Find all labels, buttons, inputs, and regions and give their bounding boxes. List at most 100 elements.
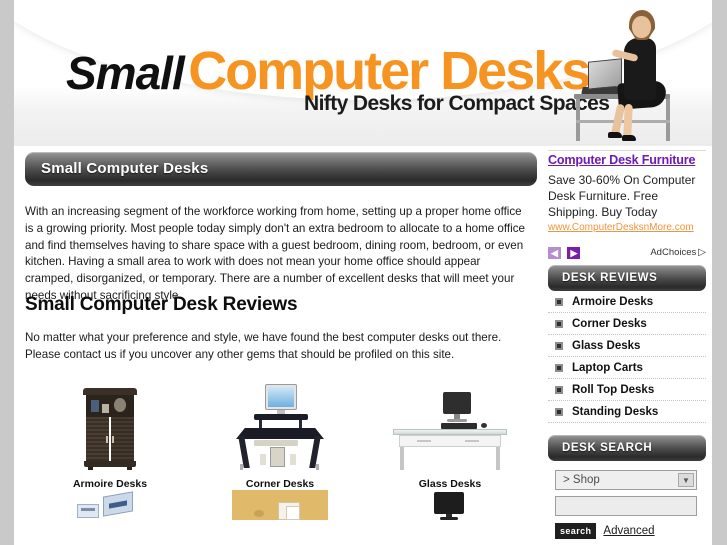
hero-torso [624,38,656,100]
corner-desk-icon [232,384,328,470]
armoire-shelf-item-1 [91,400,99,412]
sidebar-item-roll-top-desks[interactable]: Roll Top Desks [548,379,706,401]
standing-desk-thumbnail[interactable] [365,490,535,520]
square-bullet-icon [555,341,563,350]
search-scope-select[interactable]: > Shop ▼ [555,470,697,490]
product-cell-glass[interactable]: Glass Desks [365,380,535,490]
product-label-armoire[interactable]: Armoire Desks [25,478,195,490]
glass-monitor-base [447,419,467,422]
woman-on-desk-illustration [562,8,692,141]
sidebar-label-roll-top-desks: Roll Top Desks [572,383,655,396]
page-root: Small Computer Desks Nifty Desks for Com… [0,0,727,545]
corner-hutch-leg-left [259,420,262,428]
product-label-corner[interactable]: Corner Desks [195,478,365,490]
laptop-cart-icon [75,490,145,520]
corner-pc-tower [270,447,285,467]
ad-prev-arrow-icon[interactable]: ◀ [548,247,561,259]
sidebar-item-corner-desks[interactable]: Corner Desks [548,313,706,335]
glass-leg-right [496,447,500,470]
roll-top-paper-front [286,506,300,520]
sidebar-item-standing-desks[interactable]: Standing Desks [548,401,706,423]
roll-top-detail [254,510,264,517]
glass-mouse [481,423,487,428]
armoire-foot-left [88,467,93,470]
hero-shoe-back [622,135,636,141]
ad-url-link[interactable]: www.ComputerDesksnMore.com [548,222,712,233]
hero-leg-back [623,103,633,139]
roll-top-desk-thumbnail[interactable] [195,490,365,520]
advertisement-block: Computer Desk Furniture Save 30-60% On C… [548,152,712,259]
sidebar: Computer Desk Furniture Save 30-60% On C… [548,152,712,539]
product-grid: Armoire Desks Corner Desks Glass Desks [25,380,537,520]
sidebar-label-standing-desks: Standing Desks [572,405,659,418]
standing-desk-icon [432,490,468,520]
glass-drawer-pull-right [465,440,479,442]
product-label-glass[interactable]: Glass Desks [365,478,535,490]
logo-word-small: Small [66,47,185,99]
hero-shoe-front [608,132,622,138]
search-button[interactable]: search [555,523,597,539]
chevron-down-icon[interactable]: ▼ [678,473,694,487]
page-title-bar: Small Computer Desks [25,152,537,186]
corner-monitor-screen [268,387,294,407]
adchoices-link[interactable]: AdChoices ▷ [650,247,706,259]
desk-search-form: > Shop ▼ search Advanced [548,470,706,539]
adchoices-triangle-icon: ▷ [698,247,706,258]
square-bullet-icon [555,385,563,394]
sidebar-item-laptop-carts[interactable]: Laptop Carts [548,357,706,379]
armoire-knob-right [112,436,114,443]
laptop-cart-shelf [77,504,99,518]
site-logo[interactable]: Small Computer Desks [66,44,591,99]
ad-title-link[interactable]: Computer Desk Furniture [548,152,712,168]
glass-monitor [443,392,471,414]
intro-paragraph: With an increasing segment of the workfo… [25,205,525,302]
site-banner: Small Computer Desks Nifty Desks for Com… [14,0,712,146]
corner-side-panel-right [309,436,321,468]
armoire-foot-right [127,467,132,470]
square-bullet-icon [555,319,563,328]
main-content: Small Computer Desks With an increasing … [25,152,537,520]
product-cell-corner[interactable]: Corner Desks [195,380,365,490]
product-row-1: Armoire Desks Corner Desks Glass Desks [25,380,537,490]
sidebar-label-laptop-carts: Laptop Carts [572,361,643,374]
armoire-desk-thumbnail[interactable] [25,380,195,470]
square-bullet-icon [555,407,563,416]
desk-search-heading: DESK SEARCH [562,442,653,454]
glass-drawer-pull-left [417,440,431,442]
roll-top-desk-icon [232,490,328,520]
laptop-cart-shelf-detail [81,508,95,511]
armoire-top [83,388,137,395]
reviews-paragraph: No matter what your preference and style… [25,331,502,361]
glass-desk-icon [393,390,507,470]
desk-reviews-header-bar: DESK REVIEWS [548,265,706,291]
square-bullet-icon [555,297,563,306]
sidebar-item-glass-desks[interactable]: Glass Desks [548,335,706,357]
product-cell-standing[interactable] [365,490,535,520]
sidebar-top-divider [548,150,706,151]
glass-leg-left [400,447,404,470]
armoire-shelf-item-3 [114,398,126,412]
search-input[interactable] [555,496,697,516]
corner-desk-thumbnail[interactable] [195,380,365,470]
corner-speaker-left [260,454,266,465]
glass-desk-thumbnail[interactable] [365,380,535,470]
sidebar-item-armoire-desks[interactable]: Armoire Desks [548,291,706,313]
laptop-cart-thumbnail[interactable] [25,490,195,520]
ad-navigation: ◀ ▶ AdChoices ▷ [548,247,712,259]
corner-desk-surface [236,428,324,439]
sidebar-label-armoire-desks: Armoire Desks [572,295,654,308]
corner-speaker-right [290,454,296,465]
ad-next-arrow-icon[interactable]: ▶ [567,247,581,259]
corner-leg-left [240,464,243,470]
desk-reviews-heading: DESK REVIEWS [562,272,658,284]
product-cell-roll-top[interactable] [195,490,365,520]
product-cell-laptop-carts[interactable] [25,490,195,520]
advanced-search-link[interactable]: Advanced [603,525,654,537]
sidebar-label-glass-desks: Glass Desks [572,339,641,352]
corner-leg-right [316,464,319,470]
standing-monitor-base [440,517,458,520]
hero-head [632,16,651,38]
product-cell-armoire[interactable]: Armoire Desks [25,380,195,490]
armoire-door-right [111,417,134,461]
product-row-2 [25,490,537,520]
